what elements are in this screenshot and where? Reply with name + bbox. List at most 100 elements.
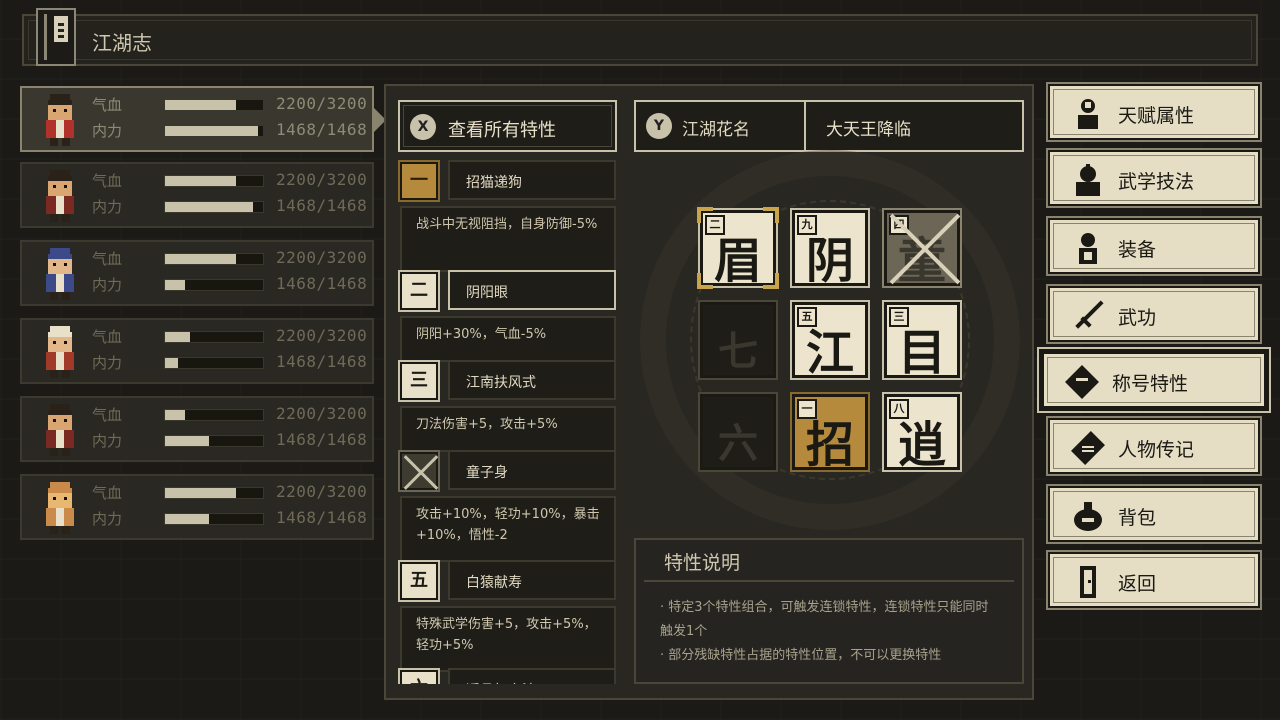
trait-name: 阴阳眼 xyxy=(466,285,508,301)
x-key-icon: X xyxy=(410,114,436,140)
hp-bar-fill xyxy=(165,410,185,420)
menu-button[interactable]: 人物传记 xyxy=(1048,418,1260,474)
trait-name-box[interactable]: 阴阳眼 xyxy=(448,270,616,310)
hp-value: 2200/3200 xyxy=(276,404,368,423)
character-portrait-icon xyxy=(36,246,84,302)
trait-number-badge: 三 xyxy=(400,362,438,400)
character-card[interactable]: 气血 2200/3200 内力 1468/1468 xyxy=(20,396,374,462)
hp-label: 气血 xyxy=(92,172,123,190)
trait-grid-cell[interactable]: 七 xyxy=(700,302,776,378)
grid-character: 六 xyxy=(718,420,758,467)
character-portrait-icon xyxy=(36,324,84,380)
mp-bar xyxy=(164,513,264,525)
grid-number-badge: 一 xyxy=(797,399,817,419)
sword-icon xyxy=(1070,298,1106,334)
trait-grid-cell[interactable]: 童四 xyxy=(884,210,961,289)
hp-bar-fill xyxy=(165,488,236,498)
hp-value: 2200/3200 xyxy=(276,94,368,113)
trait-name: 透骨打穴法 xyxy=(466,680,536,684)
biography-icon xyxy=(1070,430,1106,466)
hp-value: 2200/3200 xyxy=(276,170,368,189)
trait-number-badge: 一 xyxy=(400,162,438,200)
hp-bar xyxy=(164,487,264,499)
character-card[interactable]: 气血 2200/3200 内力 1468/1468 xyxy=(20,474,374,540)
nickname-label: 江湖花名 xyxy=(682,120,750,140)
trait-row[interactable]: 童子身 xyxy=(398,450,618,490)
trait-name-box[interactable]: 招猫递狗 xyxy=(448,160,616,200)
mp-bar-fill xyxy=(165,514,210,524)
trait-grid-cell[interactable]: 阴九 xyxy=(792,210,868,289)
menu-button[interactable]: 天赋属性 xyxy=(1048,84,1260,140)
character-card[interactable]: 气血 2200/3200 内力 1468/1468 xyxy=(20,240,374,306)
character-card[interactable]: 气血 2200/3200 内力 1468/1468 xyxy=(20,162,374,228)
mp-bar-fill xyxy=(165,358,178,368)
trait-grid-cell[interactable]: 目三 xyxy=(884,302,960,381)
character-card[interactable]: 气血 2200/3200 内力 1468/1468 xyxy=(20,86,386,152)
mp-bar xyxy=(164,357,264,369)
mp-label: 内力 xyxy=(92,432,123,450)
trait-grid-cell[interactable]: 招一 xyxy=(792,394,868,473)
hp-bar xyxy=(164,99,264,111)
selection-corner-icon xyxy=(763,207,779,223)
trait-name: 白猿献寿 xyxy=(466,575,522,591)
talent-icon xyxy=(1070,96,1106,132)
menu-button[interactable]: 武学技法 xyxy=(1048,150,1260,206)
trait-number-badge: 六 xyxy=(400,670,438,684)
hp-bar-fill xyxy=(165,176,236,186)
mp-value: 1468/1468 xyxy=(276,274,368,293)
grid-number-badge: 八 xyxy=(889,399,909,419)
menu-button[interactable]: 装备 xyxy=(1048,218,1260,274)
trait-row[interactable]: 六透骨打穴法 xyxy=(398,668,618,684)
trait-row[interactable]: 二 阴阳眼 xyxy=(398,270,618,310)
trait-description-panel: 特性说明 · 特定3个特性组合，可触发连锁特性，连锁特性只能同时触发1个 · 部… xyxy=(634,538,1024,684)
mp-value: 1468/1468 xyxy=(276,352,368,371)
grid-number-badge: 九 xyxy=(797,215,817,235)
menu-button-label: 武功 xyxy=(1118,307,1157,329)
trait-number-badge: 五 xyxy=(400,562,438,600)
trait-name-box[interactable]: 童子身 xyxy=(448,450,616,490)
trait-row[interactable]: 三 江南扶风式 xyxy=(398,360,618,400)
trait-name-box[interactable]: 透骨打穴法 xyxy=(448,668,616,684)
mp-bar xyxy=(164,435,264,447)
trait-number-badge: 二 xyxy=(400,272,438,310)
menu-button-label: 称号特性 xyxy=(1112,373,1189,395)
trait-description: 刀法伤害+5，攻击+5% xyxy=(400,406,616,452)
trait-description: 攻击+10%，轻功+10%，暴击+10%，悟性-2 xyxy=(400,496,616,562)
mp-label: 内力 xyxy=(92,354,123,372)
character-portrait-icon xyxy=(36,92,84,148)
mp-bar-fill xyxy=(165,126,259,136)
hp-bar-fill xyxy=(165,254,236,264)
trait-grid-cell[interactable]: 六 xyxy=(700,394,776,470)
hp-bar xyxy=(164,253,264,265)
mp-label: 内力 xyxy=(92,122,123,140)
character-portrait-icon xyxy=(36,402,84,458)
mp-value: 1468/1468 xyxy=(276,508,368,527)
trait-name: 招猫递狗 xyxy=(466,175,522,191)
character-card[interactable]: 气血 2200/3200 内力 1468/1468 xyxy=(20,318,374,384)
trait-description: 特殊武学伤害+5，攻击+5%，轻功+5% xyxy=(400,606,616,672)
door-icon xyxy=(1070,564,1106,600)
trait-name-box[interactable]: 白猿献寿 xyxy=(448,560,616,600)
menu-button[interactable]: 称号特性 xyxy=(1042,352,1266,408)
hp-value: 2200/3200 xyxy=(276,248,368,267)
nickname-value: 大天王降临 xyxy=(826,120,911,140)
trait-grid-cell[interactable]: 眉二 xyxy=(697,207,779,289)
grid-number-badge: 三 xyxy=(889,307,909,327)
hp-label: 气血 xyxy=(92,406,123,424)
nickname-box[interactable]: Y 江湖花名 大天王降临 xyxy=(634,100,1024,152)
view-all-label: 查看所有特性 xyxy=(448,120,556,141)
trait-grid-cell[interactable]: 逍八 xyxy=(884,394,960,473)
description-title: 特性说明 xyxy=(664,552,741,574)
menu-button[interactable]: 武功 xyxy=(1048,286,1260,342)
menu-button[interactable]: 背包 xyxy=(1048,486,1260,542)
view-all-traits-button[interactable]: X 查看所有特性 xyxy=(398,100,617,152)
menu-button[interactable]: 返回 xyxy=(1048,552,1260,608)
trait-name-box[interactable]: 江南扶风式 xyxy=(448,360,616,400)
mp-label: 内力 xyxy=(92,276,123,294)
trait-description: 战斗中无视阻挡，自身防御-5% xyxy=(400,206,616,272)
trait-row[interactable]: 五 白猿献寿 xyxy=(398,560,618,600)
trait-grid-cell[interactable]: 江五 xyxy=(792,302,868,381)
mp-label: 内力 xyxy=(92,198,123,216)
menu-button-label: 装备 xyxy=(1118,239,1157,261)
trait-row[interactable]: 一 招猫递狗 xyxy=(398,160,618,200)
